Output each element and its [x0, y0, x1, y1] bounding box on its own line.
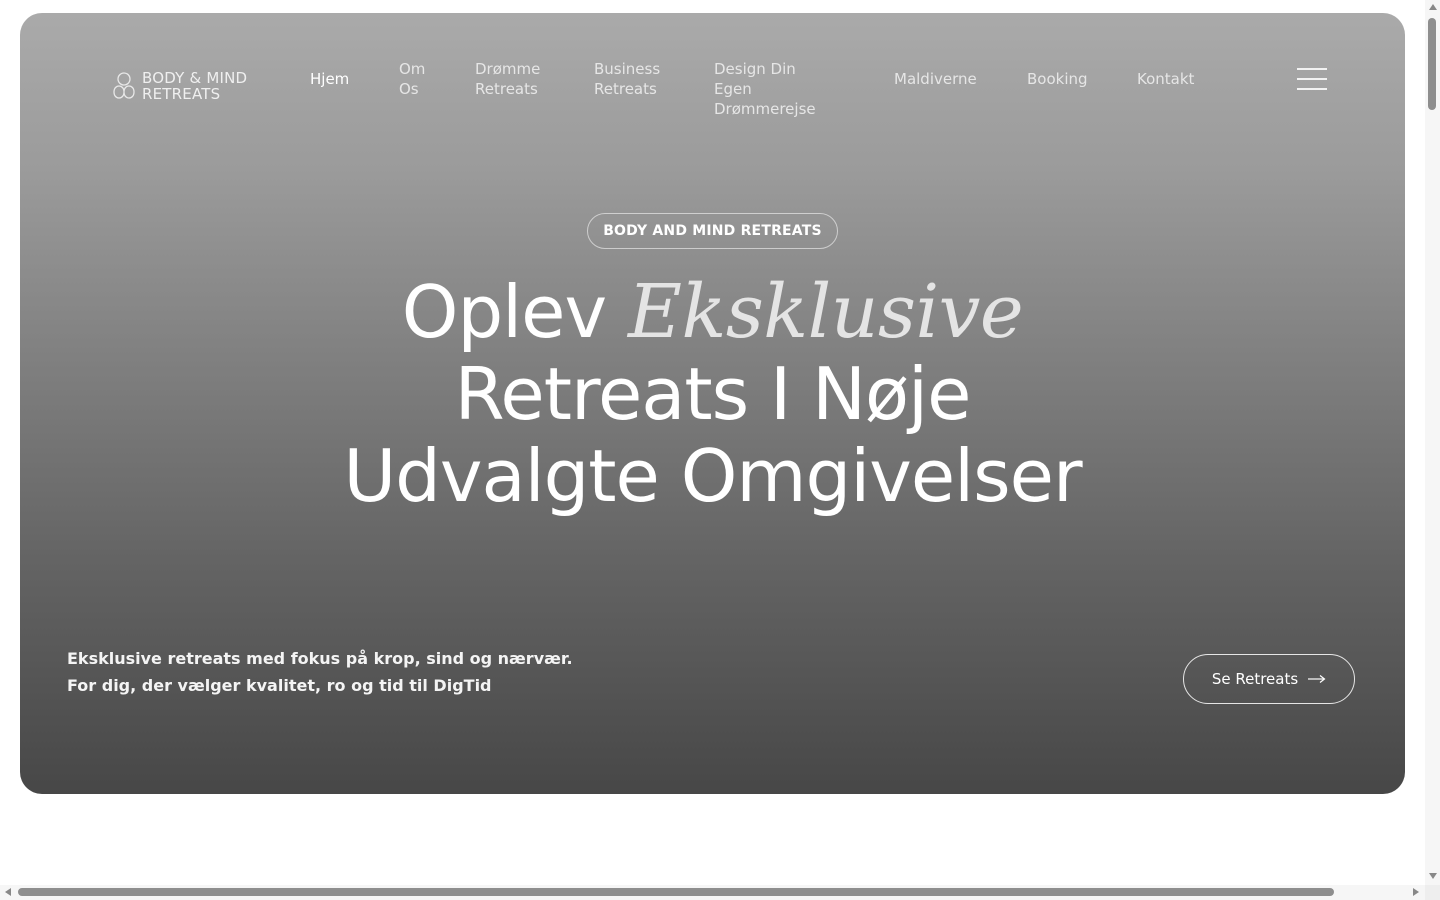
headline-line-2: Retreats I Nøje	[454, 352, 972, 436]
subtext-line-2: For dig, der vælger kvalitet, ro og tid …	[67, 676, 492, 695]
scroll-up-icon[interactable]	[1429, 4, 1437, 10]
nav-item-business-retreats[interactable]: Business Retreats	[594, 59, 660, 99]
hero-section: BODY & MIND RETREATS Hjem Om Os Drømme R…	[20, 13, 1405, 794]
logo-text: BODY & MIND RETREATS	[142, 70, 247, 102]
logo-line-2: RETREATS	[142, 85, 221, 103]
headline-line-3: Udvalgte Omgivelser	[343, 434, 1082, 518]
nav-item-design-din-egen[interactable]: Design Din Egen Drømmerejse	[714, 59, 816, 119]
nav-item-dromme-retreats[interactable]: Drømme Retreats	[475, 59, 540, 99]
subtext-line-1: Eksklusive retreats med fokus på krop, s…	[67, 649, 573, 668]
scroll-right-icon[interactable]	[1413, 888, 1419, 896]
logo-line-1: BODY & MIND	[142, 69, 248, 87]
headline-line-1: Oplev Eksklusive	[20, 271, 1405, 353]
hero-headline: Oplev Eksklusive Retreats I Nøje Udvalgt…	[20, 271, 1405, 517]
nav-item-kontakt[interactable]: Kontakt	[1137, 69, 1194, 89]
arrow-right-icon	[1308, 675, 1326, 683]
scrollbar-corner	[1425, 885, 1440, 900]
headline-emphasis: Eksklusive	[627, 269, 1024, 355]
site-logo[interactable]: BODY & MIND RETREATS	[112, 70, 247, 102]
cta-label: Se Retreats	[1211, 670, 1299, 688]
hero-subtext: Eksklusive retreats med fokus på krop, s…	[67, 645, 573, 699]
hero-tag: BODY AND MIND RETREATS	[587, 213, 838, 249]
nav-item-hjem[interactable]: Hjem	[310, 69, 349, 89]
se-retreats-button[interactable]: Se Retreats	[1183, 654, 1355, 704]
nav-item-maldiverne[interactable]: Maldiverne	[894, 69, 977, 89]
nav-item-booking[interactable]: Booking	[1027, 69, 1088, 89]
scroll-down-icon[interactable]	[1429, 873, 1437, 879]
vertical-scrollbar-thumb[interactable]	[1428, 18, 1436, 110]
nav-item-om-os[interactable]: Om Os	[399, 59, 425, 99]
horizontal-scrollbar-thumb[interactable]	[18, 888, 1334, 896]
vertical-scrollbar[interactable]	[1425, 0, 1440, 885]
headline-word-oplev: Oplev	[401, 270, 607, 354]
scroll-left-icon[interactable]	[5, 888, 11, 896]
hamburger-menu-icon[interactable]	[1297, 68, 1327, 92]
logo-mark-icon	[113, 72, 135, 99]
